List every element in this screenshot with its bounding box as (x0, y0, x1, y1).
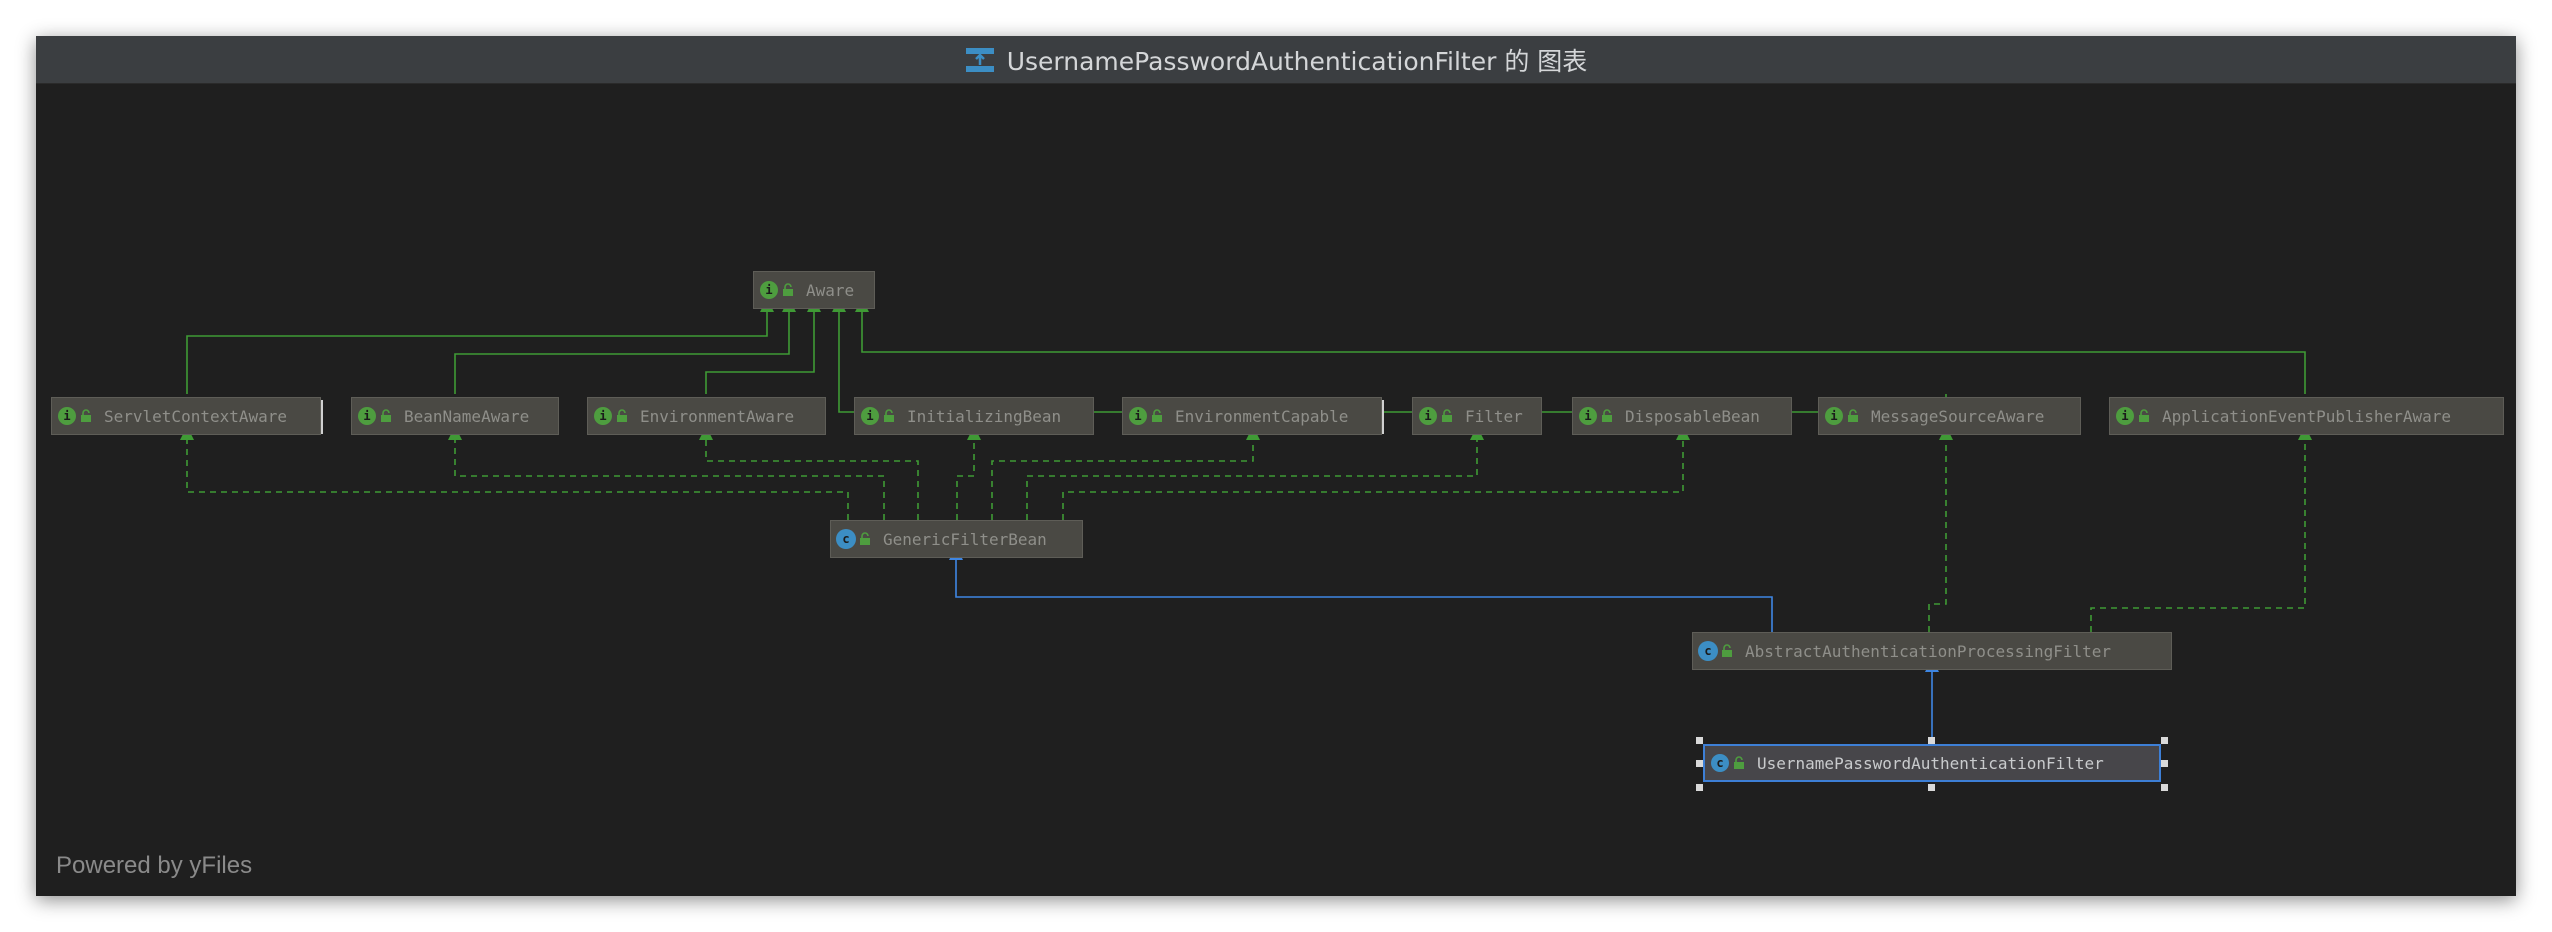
resize-handle-sw[interactable] (1696, 784, 1703, 791)
node-usernamepasswordauthenticationfilter[interactable]: c UsernamePasswordAuthenticationFilter (1703, 744, 2161, 782)
edge-genericfilterbean-beannameaware (448, 426, 885, 520)
public-lock-icon (2139, 409, 2149, 422)
node-label: UsernamePasswordAuthenticationFilter (1757, 753, 2104, 773)
node-messagesourceaware[interactable]: i MessageSourceAware (1818, 397, 2081, 435)
edge-aapf-applicationeventpublisheraware (2090, 426, 2312, 632)
node-label: EnvironmentCapable (1175, 406, 1349, 426)
resize-handle-e[interactable] (2161, 760, 2168, 767)
class-icon: c (1711, 754, 1729, 772)
public-lock-icon (1602, 409, 1612, 422)
interface-icon: i (760, 281, 778, 299)
public-lock-icon (1442, 409, 1452, 422)
diagram-icon (965, 45, 995, 75)
window-title: UsernamePasswordAuthenticationFilter 的 图… (1006, 46, 1588, 76)
interface-icon: i (1579, 407, 1597, 425)
node-abstractauthenticationprocessingfilter[interactable]: c AbstractAuthenticationProcessingFilter (1692, 632, 2172, 670)
public-lock-icon (381, 409, 391, 422)
edge-genericfilterbean-servletcontextaware (180, 426, 849, 520)
node-genericfilterbean[interactable]: c GenericFilterBean (830, 520, 1083, 558)
edge-genericfilterbean-disposablebean (1062, 426, 1690, 520)
node-label: ServletContextAware (104, 406, 288, 426)
title-bar: UsernamePasswordAuthenticationFilter 的 图… (36, 36, 2516, 84)
interface-icon: i (2116, 407, 2134, 425)
edge-environmentaware-aware (705, 298, 821, 394)
interface-icon: i (1129, 407, 1147, 425)
interface-icon: i (861, 407, 879, 425)
node-servletcontextaware[interactable]: i ServletContextAware (51, 397, 323, 435)
resize-handle-s[interactable] (1928, 784, 1935, 791)
public-lock-icon (1722, 644, 1732, 657)
resize-handle-n[interactable] (1928, 737, 1935, 744)
node-aware[interactable]: i Aware (753, 271, 875, 309)
powered-by-label: Powered by yFiles (56, 852, 253, 879)
node-label: Aware (806, 280, 855, 300)
public-lock-icon (860, 532, 870, 545)
node-beannameaware[interactable]: i BeanNameAware (351, 397, 559, 435)
edge-applicationeventpublisheraware-aware (855, 298, 2306, 394)
node-label: ApplicationEventPublisherAware (2162, 406, 2451, 426)
node-label: DisposableBean (1625, 406, 1760, 426)
public-lock-icon (617, 409, 627, 422)
abstract-class-icon: c (1699, 642, 1717, 660)
edge-genericfilterbean-environmentcapable (991, 426, 1260, 520)
node-initializingbean[interactable]: i InitializingBean (854, 397, 1094, 435)
edge-servletcontextaware-aware (186, 298, 774, 394)
interface-icon: i (1419, 407, 1437, 425)
public-lock-icon (1734, 756, 1744, 769)
diagram-canvas[interactable]: i Aware i ServletContextAware i BeanName… (36, 84, 2516, 896)
resize-handle-ne[interactable] (2161, 737, 2168, 744)
public-lock-icon (884, 409, 894, 422)
node-label: EnvironmentAware (640, 406, 795, 426)
interface-icon: i (358, 407, 376, 425)
node-filter[interactable]: i Filter (1412, 397, 1542, 435)
interface-icon: i (58, 407, 76, 425)
abstract-class-icon: c (837, 530, 855, 548)
diagram-window: UsernamePasswordAuthenticationFilter 的 图… (36, 36, 2516, 896)
edge-genericfilterbean-filter (1026, 426, 1484, 520)
public-lock-icon (1848, 409, 1858, 422)
resize-handle-se[interactable] (2161, 784, 2168, 791)
node-label: GenericFilterBean (883, 529, 1047, 549)
edge-aapf-genericfilterbean (949, 546, 1773, 632)
edge-genericfilterbean-environmentaware (699, 426, 919, 520)
node-environmentcapable[interactable]: i EnvironmentCapable (1122, 397, 1384, 435)
resize-handle-w[interactable] (1696, 760, 1703, 767)
edge-beannameaware-aware (454, 298, 796, 394)
edge-genericfilterbean-initializingbean (956, 426, 981, 520)
public-lock-icon (81, 409, 91, 422)
public-lock-icon (783, 283, 793, 296)
edge-aapf-messagesourceaware (1928, 426, 1953, 632)
node-environmentaware[interactable]: i EnvironmentAware (587, 397, 826, 435)
public-lock-icon (1152, 409, 1162, 422)
interface-icon: i (1825, 407, 1843, 425)
node-disposablebean[interactable]: i DisposableBean (1572, 397, 1792, 435)
node-label: AbstractAuthenticationProcessingFilter (1745, 641, 2112, 661)
node-label: MessageSourceAware (1871, 406, 2045, 426)
node-label: Filter (1465, 406, 1523, 426)
resize-handle-nw[interactable] (1696, 737, 1703, 744)
node-label: BeanNameAware (404, 406, 530, 426)
interface-icon: i (594, 407, 612, 425)
node-applicationeventpublisheraware[interactable]: i ApplicationEventPublisherAware (2109, 397, 2504, 435)
node-label: InitializingBean (907, 406, 1062, 426)
